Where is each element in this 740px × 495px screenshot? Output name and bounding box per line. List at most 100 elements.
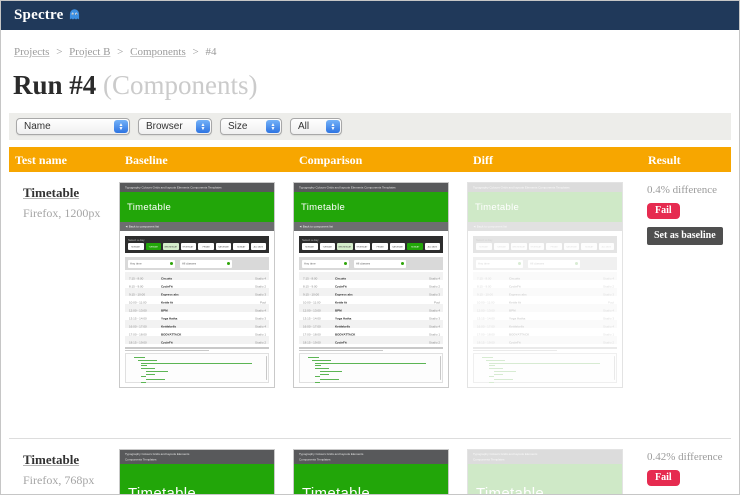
day-button-label: Sunday bbox=[236, 245, 245, 248]
code-line bbox=[140, 362, 252, 364]
day-button: Saturday bbox=[563, 243, 579, 250]
component-body: Select a day Monday Tuesday Wednesday Thursd… bbox=[125, 236, 269, 384]
styleguide-nav-links: Typography Colours Grids and layouts Ele… bbox=[299, 453, 364, 462]
page-title: Run #4 (Components) bbox=[13, 70, 739, 101]
component-hero-title: Timetable bbox=[120, 192, 274, 222]
code-line bbox=[308, 357, 319, 359]
note-text-line bbox=[125, 349, 209, 352]
code-line bbox=[488, 381, 495, 383]
time-text: 8:15 - 9:00 bbox=[303, 285, 318, 289]
test-name-link[interactable]: Timetable bbox=[23, 185, 79, 200]
set-as-baseline-button[interactable]: Set as baseline bbox=[647, 227, 723, 245]
select-stepper-icon: ▲ ▼ bbox=[114, 120, 128, 133]
column-baseline: Baseline bbox=[125, 153, 168, 167]
time-filter-label: Any time bbox=[130, 262, 142, 265]
code-line bbox=[494, 370, 516, 372]
class-text: BODYATTACK bbox=[335, 333, 356, 337]
timetable-row: 18:15 - 19:00 CycleFit Studio 2 bbox=[125, 336, 269, 345]
class-text: CycleFit bbox=[335, 341, 347, 345]
app-logo[interactable]: Spectre bbox=[14, 7, 63, 24]
day-button-label: Friday bbox=[376, 245, 384, 248]
code-scrollbar[interactable] bbox=[613, 356, 615, 381]
component-body: Select a day Monday Tuesday Wednesday Thursd… bbox=[473, 236, 617, 384]
comparison-screenshot-thumbnail[interactable]: Typography Colours Grids and layouts Ele… bbox=[293, 449, 449, 494]
styleguide-nav: Typography Colours Grids and layouts Ele… bbox=[294, 183, 448, 192]
day-button: Saturday bbox=[215, 243, 231, 250]
green-dot-icon bbox=[170, 262, 173, 265]
baseline-screenshot-thumbnail[interactable]: Typography Colours Grids and layouts Ele… bbox=[119, 182, 275, 388]
class-text: Kettlebells bbox=[161, 325, 177, 329]
day-button: Saturday bbox=[389, 243, 405, 250]
time-text: 7:15 - 8:00 bbox=[303, 277, 318, 281]
test-run-row: Timetable Firefox, 1200px Typography Colou… bbox=[9, 172, 731, 439]
code-scrollbar[interactable] bbox=[439, 356, 441, 381]
code-line bbox=[314, 365, 322, 367]
day-button: Wednesday bbox=[337, 243, 353, 250]
code-line bbox=[494, 378, 513, 380]
day-button: All days bbox=[250, 243, 266, 250]
code-line bbox=[140, 376, 147, 378]
run-title: Run #4 bbox=[13, 70, 97, 100]
breadcrumb-components[interactable]: Components bbox=[130, 46, 186, 58]
time-text: 18:15 - 19:00 bbox=[303, 341, 321, 345]
time-text: 16:00 - 17:00 bbox=[129, 325, 147, 329]
status-filter-select[interactable]: All ▲ ▼ bbox=[290, 118, 342, 135]
studio-text: Studio 2 bbox=[428, 341, 440, 345]
day-buttons: Monday Tuesday Wednesday Thursday Friday Satu… bbox=[302, 243, 440, 250]
browser-filter-select[interactable]: Browser ▲ ▼ bbox=[138, 118, 212, 135]
studio-text: Studio 4 bbox=[254, 325, 266, 329]
day-button: Sunday bbox=[581, 243, 597, 250]
diff-screenshot-thumbnail[interactable]: Typography Colours Grids and layouts Ele… bbox=[467, 449, 623, 494]
comparison-screenshot-thumbnail[interactable]: Typography Colours Grids and layouts Ele… bbox=[293, 182, 449, 388]
class-text: Express abs bbox=[161, 293, 179, 297]
browser-filter-value: Browser bbox=[146, 121, 183, 132]
difference-percentage: 0.42% difference bbox=[647, 451, 723, 463]
code-sample-block bbox=[125, 353, 269, 384]
class-text: CycleFit bbox=[509, 285, 521, 289]
class-text: Yoga Hatha bbox=[335, 317, 352, 321]
day-button: All days bbox=[598, 243, 614, 250]
baseline-screenshot-thumbnail[interactable]: Typography Colours Grids and layouts Ele… bbox=[119, 449, 275, 494]
code-sample-block bbox=[299, 353, 443, 384]
time-text: 9:15 - 10:00 bbox=[303, 293, 320, 297]
breadcrumb-projects[interactable]: Projects bbox=[14, 46, 49, 58]
day-button-label: Tuesday bbox=[322, 245, 332, 248]
timetable-row: 18:15 - 19:00 CycleFit Studio 2 bbox=[299, 336, 443, 345]
studio-text: Studio 3 bbox=[254, 317, 266, 321]
studio-text: Studio 2 bbox=[602, 285, 614, 289]
day-button-label: Monday bbox=[305, 245, 315, 248]
day-selector-label: Select a day bbox=[302, 239, 319, 242]
breadcrumb-separator: > bbox=[192, 46, 199, 58]
class-text: Circuits bbox=[335, 277, 347, 281]
test-name-link[interactable]: Timetable bbox=[23, 452, 79, 467]
day-button: All days bbox=[424, 243, 440, 250]
code-line bbox=[486, 360, 505, 362]
breadcrumb-project-b[interactable]: Project B bbox=[69, 46, 110, 58]
code-scrollbar[interactable] bbox=[265, 356, 267, 381]
day-button-label: Saturday bbox=[565, 245, 577, 248]
class-filter-label: All classes bbox=[530, 262, 545, 265]
ghost-icon bbox=[70, 9, 80, 20]
diff-cell: Typography Colours Grids and layouts Ele… bbox=[467, 449, 642, 494]
time-text: 13:15 - 14:00 bbox=[303, 317, 321, 321]
run-subtitle: (Components) bbox=[103, 70, 258, 100]
code-line bbox=[314, 381, 321, 383]
back-to-components-bar: ◄ Back to component list bbox=[120, 222, 274, 231]
day-selector-bar: Select a day Monday Tuesday Wednesday Thursd… bbox=[299, 236, 443, 253]
name-filter-select[interactable]: Name ▲ ▼ bbox=[16, 118, 130, 135]
green-dot-icon bbox=[518, 262, 521, 265]
day-button-label: Monday bbox=[131, 245, 141, 248]
class-text: Yoga Hatha bbox=[161, 317, 178, 321]
time-text: 8:15 - 9:00 bbox=[129, 285, 144, 289]
class-text: Express abs bbox=[335, 293, 353, 297]
day-buttons: Monday Tuesday Wednesday Thursday Friday Satu… bbox=[128, 243, 266, 250]
styleguide-nav-links: Typography Colours Grids and layouts Ele… bbox=[299, 186, 396, 189]
styleguide-nav-links: Typography Colours Grids and layouts Ele… bbox=[125, 453, 190, 462]
results-table-header: Test name Baseline Comparison Diff Resul… bbox=[9, 147, 731, 172]
diff-screenshot-thumbnail[interactable]: Typography Colours Grids and layouts Ele… bbox=[467, 182, 623, 388]
time-text: 12:00 - 13:00 bbox=[477, 309, 495, 313]
size-filter-select[interactable]: Size ▲ ▼ bbox=[220, 118, 282, 135]
class-text: CycleFit bbox=[161, 341, 173, 345]
class-text: Kettle fit bbox=[509, 301, 521, 305]
studio-text: Studio 3 bbox=[254, 293, 266, 297]
